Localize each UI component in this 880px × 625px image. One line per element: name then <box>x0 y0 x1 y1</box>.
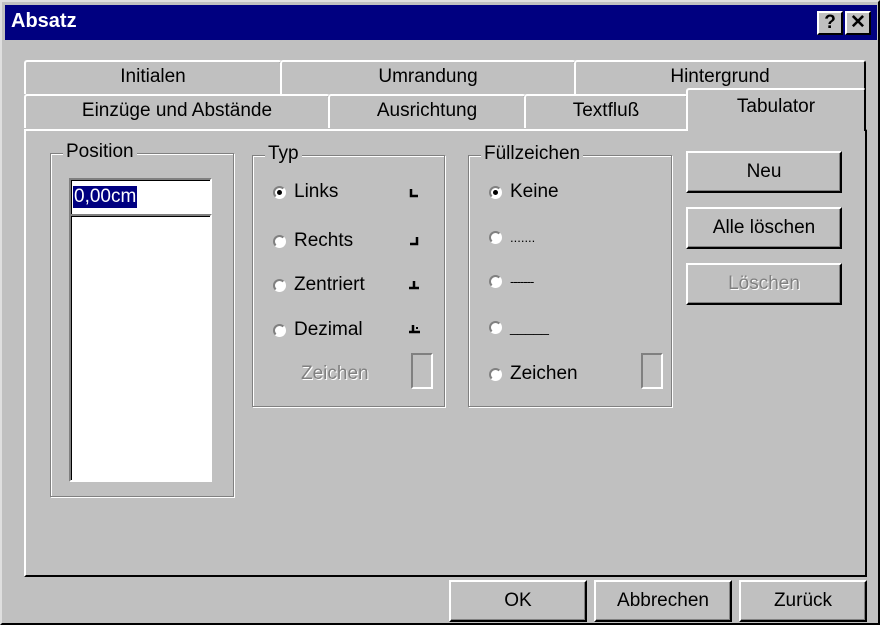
radio-dezimal-label: Dezimal <box>294 319 363 340</box>
radio-dashes[interactable]: ------- <box>489 274 534 289</box>
radio-rechts-dot <box>273 234 286 248</box>
right-tab-icon <box>410 237 419 246</box>
radio-dots[interactable]: ....... <box>489 230 535 245</box>
radio-keine[interactable]: Keine <box>489 181 559 203</box>
left-tab-icon <box>409 189 418 198</box>
radio-dots-label: ....... <box>510 230 536 245</box>
radio-links-dot <box>273 185 286 199</box>
position-list[interactable] <box>69 214 212 482</box>
ok-button[interactable]: OK <box>449 580 587 622</box>
typ-label: Typ <box>265 143 302 165</box>
tab-tabulator[interactable]: Tabulator <box>686 88 866 131</box>
cancel-button[interactable]: Abbrechen <box>594 580 732 622</box>
tab-initialen[interactable]: Initialen <box>24 60 282 94</box>
fuellzeichen-group: Füllzeichen Keine ....... ------- _____ … <box>468 143 672 407</box>
fuellzeichen-label: Füllzeichen <box>481 143 584 165</box>
radio-zentriert[interactable]: Zentriert <box>273 274 365 296</box>
radio-zeichen-label: Zeichen <box>510 363 578 384</box>
new-button[interactable]: Neu <box>686 151 842 193</box>
fuellzeichen-zeichen-field[interactable] <box>641 353 663 389</box>
radio-dots-dot <box>489 231 502 244</box>
radio-zentriert-label: Zentriert <box>294 274 365 295</box>
center-tab-icon <box>409 281 419 290</box>
typ-zeichen-label: Zeichen <box>301 363 369 384</box>
tab-umrandung[interactable]: Umrandung <box>280 60 576 94</box>
radio-zeichen-dot <box>489 367 502 381</box>
close-button[interactable]: ✕ <box>845 11 871 35</box>
radio-dashes-label: ------- <box>510 274 534 289</box>
tab-einzuege-und-abstaende[interactable]: Einzüge und Abstände <box>24 94 330 128</box>
radio-zeichen[interactable]: Zeichen <box>489 363 578 385</box>
radio-underline[interactable]: _____ <box>489 319 549 335</box>
radio-rechts-label: Rechts <box>294 230 354 251</box>
help-button[interactable]: ? <box>817 11 843 35</box>
radio-dashes-dot <box>489 275 502 288</box>
tab-textfluss[interactable]: Textfluß <box>524 94 688 128</box>
position-group: Position 0,00cm <box>50 141 234 497</box>
tab-ausrichtung[interactable]: Ausrichtung <box>328 94 526 128</box>
typ-zeichen-field[interactable] <box>411 353 433 389</box>
radio-rechts[interactable]: Rechts <box>273 230 353 252</box>
title-bar[interactable]: Absatz ? ✕ <box>5 5 877 40</box>
radio-keine-label: Keine <box>510 181 559 202</box>
decimal-tab-icon <box>409 325 420 334</box>
delete-all-button[interactable]: Alle löschen <box>686 207 842 249</box>
position-label: Position <box>63 141 137 163</box>
delete-button[interactable]: Löschen <box>686 263 842 305</box>
position-value: 0,00cm <box>73 186 138 208</box>
typ-group: Typ Links Rechts Zentriert Dezimal Zeich… <box>252 143 445 407</box>
radio-dezimal[interactable]: Dezimal <box>273 319 363 341</box>
position-input[interactable]: 0,00cm <box>69 178 212 216</box>
radio-links[interactable]: Links <box>273 181 338 203</box>
dialog-title: Absatz <box>11 10 77 32</box>
radio-dezimal-dot <box>273 323 286 337</box>
radio-links-label: Links <box>294 181 339 202</box>
dialog-window: Absatz ? ✕ Initialen Umrandung Hintergru… <box>0 0 880 625</box>
radio-underline-label: _____ <box>510 319 549 335</box>
radio-underline-dot <box>489 320 502 334</box>
tabulator-panel: Position 0,00cm Typ Links Rechts Zentrie… <box>24 129 867 577</box>
back-button[interactable]: Zurück <box>739 580 867 622</box>
radio-zentriert-dot <box>273 278 286 292</box>
radio-keine-dot <box>489 185 502 199</box>
